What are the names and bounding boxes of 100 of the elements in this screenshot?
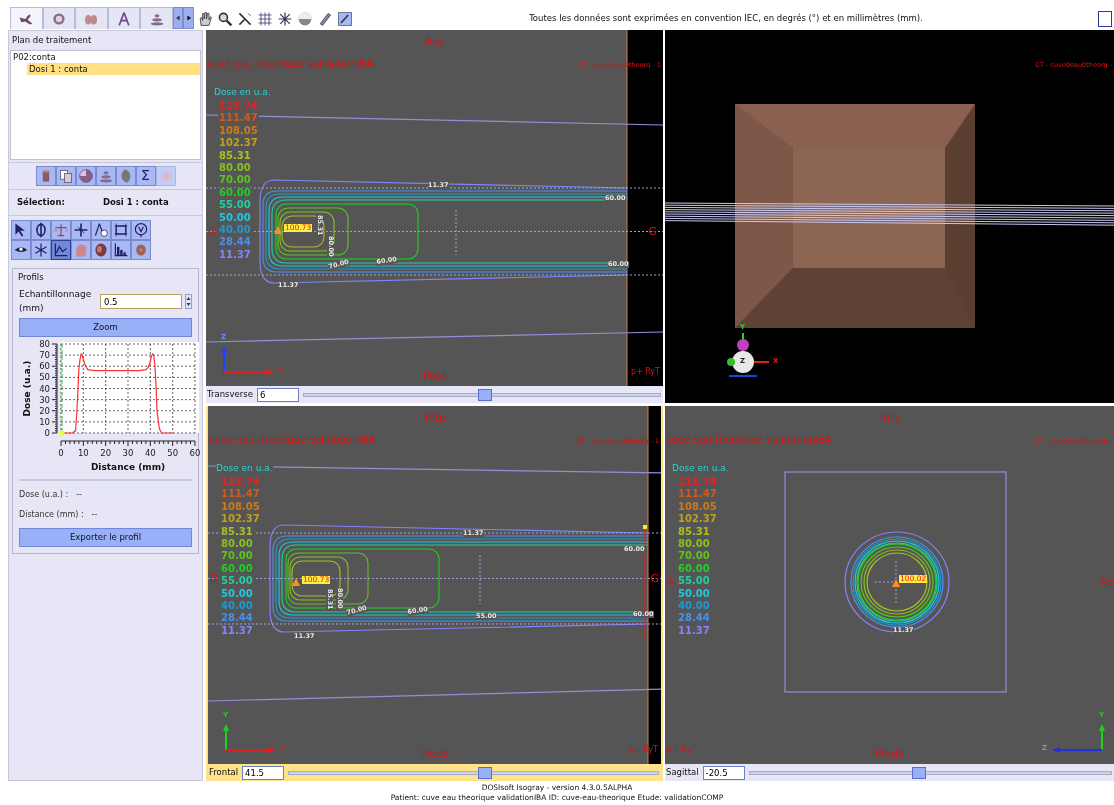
plan-tool-button[interactable] (95, 165, 116, 186)
orientation-label: Tête (423, 412, 446, 423)
tool-button[interactable] (51, 219, 71, 240)
tab[interactable] (10, 7, 43, 29)
tool-button[interactable] (11, 219, 31, 240)
tool-button[interactable] (111, 219, 131, 240)
corner-label: p+ RyT (630, 368, 660, 376)
legend-value: 55.00 (220, 576, 254, 587)
scroll-right-button[interactable] (183, 7, 194, 29)
slice-field[interactable]: 41.5 (242, 765, 285, 780)
legend-value: 40.00 (218, 225, 252, 235)
slice-field[interactable]: 6 (256, 387, 299, 402)
plan-tool-button[interactable] (75, 165, 96, 186)
up-icon (186, 295, 191, 301)
tick-label: 60 (39, 361, 50, 372)
legend-value: 113.74 (218, 101, 259, 111)
tree-item[interactable]: P02:conta (11, 50, 200, 63)
plan-tool-button[interactable] (55, 165, 76, 186)
distance-label: Distance (mm) : (19, 509, 84, 521)
orientation-label: G (648, 225, 657, 237)
head-profile-icon (73, 241, 89, 258)
tool-button[interactable] (131, 219, 151, 240)
export-button[interactable]: Exporter le profil (19, 528, 192, 547)
legend-value: 50.00 (218, 212, 252, 223)
orientation-label: D (210, 572, 219, 584)
tab[interactable] (107, 7, 141, 29)
v-circle-icon (133, 221, 149, 238)
grid-icon (257, 10, 273, 27)
legend-value: 102.37 (218, 138, 259, 149)
spinner[interactable] (185, 294, 192, 309)
corner-label: p+ RyT (667, 746, 697, 754)
pencil-box-tool[interactable] (336, 9, 354, 28)
sampling-field[interactable]: 0.5 (100, 294, 182, 309)
tree-item[interactable]: Dosi 1 : conta (27, 62, 200, 75)
legend-value: 40.00 (677, 601, 711, 611)
slider-label: Frontal (209, 766, 239, 779)
balance-icon (53, 221, 69, 238)
vertical-axis-arrow (221, 346, 227, 373)
plan-tool-button[interactable] (35, 165, 56, 186)
slider-thumb[interactable] (912, 766, 927, 779)
tick-label: 80 (39, 340, 50, 349)
slice-field[interactable]: -20.5 (702, 765, 745, 780)
pencil-box-icon (337, 10, 353, 27)
legend-value: 108.05 (218, 125, 259, 136)
tick-label: 10 (77, 448, 89, 458)
window-button[interactable] (1098, 10, 1112, 27)
tool-button[interactable] (111, 239, 131, 260)
legend-value: 70.00 (677, 551, 711, 562)
legend-value: 40.00 (220, 601, 254, 611)
zoom-button[interactable]: Zoom (19, 318, 192, 337)
legend-value: 102.37 (677, 514, 718, 525)
orientation-label: D (208, 225, 217, 237)
tick-label: 40 (39, 383, 50, 394)
orientation-label: G (650, 572, 659, 584)
tick-label: 30 (39, 394, 50, 405)
legend-value: 50.00 (677, 588, 711, 599)
view-title: cuve eau theorique validationIBA (666, 435, 833, 445)
legend-value: 80.00 (220, 539, 254, 549)
max-dose-marker (274, 226, 282, 234)
selection-value: Dosi 1 : conta (102, 195, 169, 209)
plan-tool-button[interactable] (115, 165, 136, 186)
tool-button[interactable] (31, 239, 51, 260)
tick-label: 10 (39, 416, 50, 427)
max-dose-marker (292, 578, 300, 586)
copy-icon (57, 167, 74, 184)
legend-value: 60.00 (218, 187, 252, 198)
tick-label: 20 (39, 405, 50, 416)
legend-title: Dose en u.a. (216, 464, 273, 473)
tab[interactable] (42, 7, 76, 29)
view-title: cuve eau theorique validationIBA (209, 435, 376, 445)
down-icon (186, 302, 191, 308)
tick-label: 60 (189, 448, 201, 458)
crosshair (874, 560, 898, 605)
legend-value: 108.05 (677, 501, 718, 512)
slider-thumb[interactable] (477, 766, 492, 779)
legend-value: 111.47 (677, 489, 718, 500)
legend-value: 70.00 (218, 175, 252, 186)
panel-title: Plan de traitement (11, 34, 93, 47)
axis-title: Dose (u.a.) (22, 360, 32, 417)
tab[interactable] (140, 7, 173, 29)
legend-value: 11.37 (218, 249, 252, 260)
slider-thumb[interactable] (478, 388, 493, 401)
orientation-label: Pieds (420, 748, 449, 759)
selection-label: Sélection: (17, 195, 65, 209)
scroll-left-button[interactable] (172, 7, 184, 29)
line-graph-icon (53, 241, 69, 258)
tool-button[interactable] (91, 219, 111, 240)
shaded-circle-icon (297, 10, 313, 27)
plan-tool-button[interactable]: Σ (135, 165, 156, 186)
cross-arrows-icon (73, 221, 89, 238)
pointer-cross-icon (237, 10, 253, 27)
legend-value: 85.31 (677, 526, 711, 537)
tool-button[interactable] (11, 239, 31, 260)
legend-value: 55.00 (218, 200, 252, 211)
legend-value: 80.00 (677, 539, 711, 549)
orientation-label: A (667, 577, 675, 588)
orientation-label: Tête (878, 412, 901, 423)
tool-button[interactable] (71, 219, 91, 240)
tool-button[interactable] (31, 219, 51, 240)
horizontal-axis-arrow (223, 369, 274, 375)
